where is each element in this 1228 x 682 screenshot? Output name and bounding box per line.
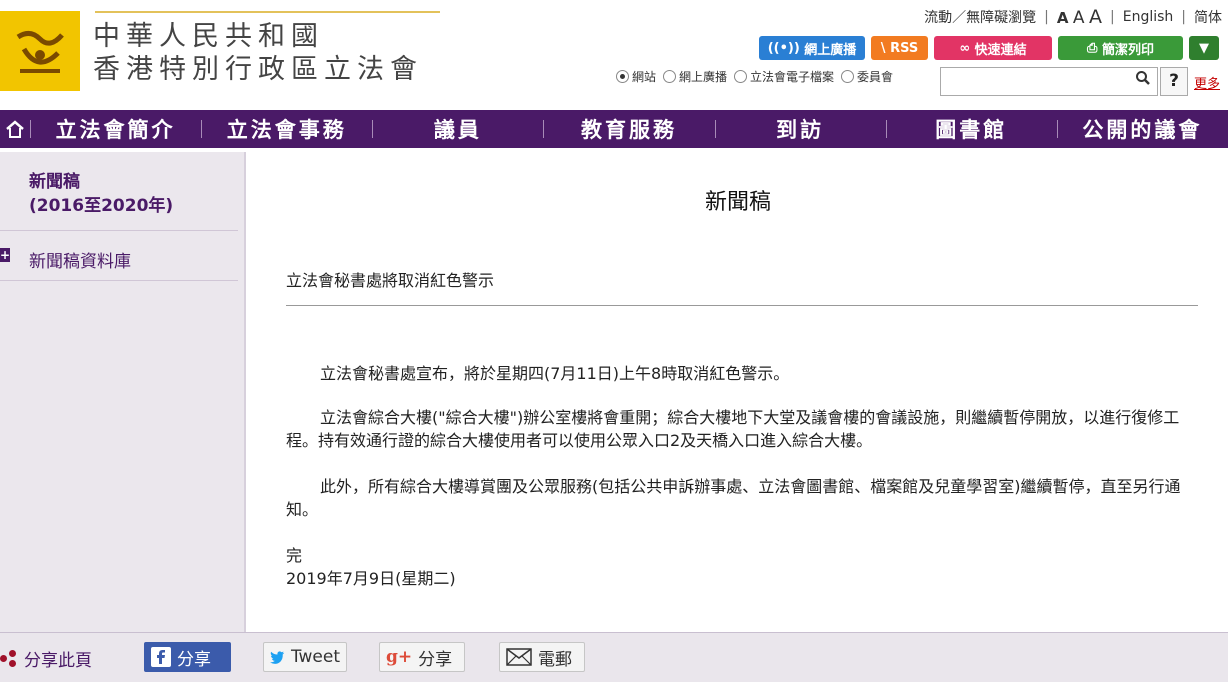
quick-links-label: 快速連結 xyxy=(974,42,1027,58)
sidebar-divider xyxy=(0,230,238,231)
home-button[interactable] xyxy=(0,110,30,148)
facebook-share-button[interactable]: 分享 xyxy=(144,642,231,672)
nav-item-open-legislature[interactable]: 公開的議會 xyxy=(1056,110,1228,148)
end-mark: 完 xyxy=(286,546,303,565)
search-button[interactable] xyxy=(1131,70,1155,92)
quick-links-button[interactable]: ∞ 快速連結 xyxy=(934,36,1052,60)
chevron-down-icon: ▼ xyxy=(1199,40,1209,56)
sidebar-title-year-start: (2016 xyxy=(29,196,85,216)
printer-icon: ⎙ xyxy=(1087,40,1102,56)
share-bar: 分享此頁 分享 Tweet g+ 分享 電郵 xyxy=(0,632,1228,682)
press-paragraph: 立法會綜合大樓("綜合大樓")辦公室樓將會重開；綜合大樓地下大堂及議會樓的會議設… xyxy=(286,408,1180,450)
english-link[interactable]: English xyxy=(1123,9,1174,25)
nav-item-business[interactable]: 立法會事務 xyxy=(201,110,372,148)
sidebar: 新聞稿 (2016至2020年) + 新聞稿資料庫 xyxy=(0,152,246,632)
rss-label: RSS xyxy=(890,40,919,56)
print-button[interactable]: ⎙ 簡潔列印 xyxy=(1058,36,1183,60)
press-paragraph: 立法會秘書處宣布，將於星期四(7月11日)上午8時取消紅色警示。 xyxy=(320,364,790,383)
print-dropdown-button[interactable]: ▼ xyxy=(1189,36,1219,60)
search-scope-options: 網站 網上廣播 立法會電子檔案 委員會 xyxy=(612,68,893,85)
scope-radio-webcast[interactable] xyxy=(663,70,677,83)
home-icon xyxy=(6,120,24,138)
scope-radio-committee[interactable] xyxy=(841,70,855,83)
nav-item-visit[interactable]: 到訪 xyxy=(714,110,886,148)
press-release-end: 完 2019年7月9日(星期二) xyxy=(286,544,456,590)
font-large-button[interactable]: A xyxy=(1089,6,1102,28)
scope-label-webcast: 網上廣播 xyxy=(679,70,728,84)
rss-icon: \ xyxy=(880,40,891,56)
site-title-line1: 中華人民共和國 xyxy=(93,21,324,52)
email-icon xyxy=(506,648,532,666)
scope-label-site: 網站 xyxy=(632,70,657,84)
webcast-button[interactable]: ((•)) 網上廣播 xyxy=(759,36,865,60)
main-content: 新聞稿 立法會秘書處將取消紅色警示 立法會秘書處宣布，將於星期四(7月11日)上… xyxy=(248,152,1228,632)
legco-logo[interactable] xyxy=(0,11,80,91)
facebook-icon xyxy=(151,647,171,667)
separator: | xyxy=(1181,9,1186,25)
nav-item-education[interactable]: 教育服務 xyxy=(543,110,714,148)
header-divider xyxy=(95,11,440,13)
release-date: 2019年7月9日(星期二) xyxy=(286,569,456,588)
googleplus-share-button[interactable]: g+ 分享 xyxy=(379,642,465,672)
search-icon xyxy=(1136,71,1150,85)
rss-button[interactable]: \ RSS xyxy=(871,36,928,60)
page-title: 新聞稿 xyxy=(704,190,771,215)
site-title-line2: 香港特別行政區立法會 xyxy=(93,54,423,85)
scope-label-archive: 立法會電子檔案 xyxy=(750,70,835,84)
sidebar-title-line1: 新聞稿 xyxy=(29,172,80,192)
main-nav: 立法會簡介 立法會事務 議員 教育服務 到訪 圖書館 公開的議會 xyxy=(0,110,1228,148)
simplified-chinese-link[interactable]: 简体 xyxy=(1194,7,1222,27)
nav-item-about[interactable]: 立法會簡介 xyxy=(30,110,201,148)
nav-item-library[interactable]: 圖書館 xyxy=(885,110,1057,148)
accessibility-link[interactable]: 流動／無障礙瀏覽 xyxy=(924,7,1036,27)
top-links: 流動／無障礙瀏覽 | A A A | English | 简体 xyxy=(924,6,1222,28)
email-share-button[interactable]: 電郵 xyxy=(499,642,585,672)
webcast-label: 網上廣播 xyxy=(804,42,857,58)
sidebar-divider xyxy=(0,280,238,281)
nav-item-members[interactable]: 議員 xyxy=(372,110,543,148)
headline-divider xyxy=(286,305,1198,306)
twitter-share-button[interactable]: Tweet xyxy=(263,642,347,672)
scope-radio-site[interactable] xyxy=(616,70,629,83)
scope-label-committee: 委員會 xyxy=(857,70,894,84)
search-input[interactable] xyxy=(940,67,1158,96)
press-paragraph: 此外，所有綜合大樓導賞團及公眾服務(包括公共申訴辦事處、立法會圖書館、檔案館及兒… xyxy=(286,477,1181,519)
press-release-headline: 立法會秘書處將取消紅色警示 xyxy=(286,271,495,290)
twitter-icon xyxy=(270,650,285,664)
font-medium-button[interactable]: A xyxy=(1073,8,1085,28)
googleplus-icon: g+ xyxy=(386,647,413,667)
sidebar-item-press-database[interactable]: 新聞稿資料庫 xyxy=(29,247,131,272)
sidebar-title-to: 至 xyxy=(84,196,102,216)
header-buttons: ((•)) 網上廣播 \ RSS ∞ 快速連結 ⎙ 簡潔列印 ▼ xyxy=(759,36,1219,60)
share-page-text: 分享此頁 xyxy=(24,651,92,671)
font-size-controls: A A A xyxy=(1057,6,1102,28)
expand-icon[interactable]: + xyxy=(0,248,10,262)
facebook-share-label: 分享 xyxy=(177,649,211,670)
separator: | xyxy=(1110,9,1115,25)
sidebar-title-line2: (2016至2020年) xyxy=(29,194,173,218)
site-title[interactable]: 中華人民共和國 香港特別行政區立法會 xyxy=(93,20,423,86)
link-icon: ∞ xyxy=(959,40,975,56)
sidebar-title[interactable]: 新聞稿 (2016至2020年) xyxy=(29,170,173,218)
scope-radio-archive[interactable] xyxy=(734,70,748,83)
email-share-label: 電郵 xyxy=(538,649,572,670)
font-small-button[interactable]: A xyxy=(1057,9,1069,27)
more-link[interactable]: 更多 xyxy=(1194,73,1220,92)
site-header: 中華人民共和國 香港特別行政區立法會 流動／無障礙瀏覽 | A A A | En… xyxy=(0,0,1228,110)
sidebar-title-year-end: 2020年) xyxy=(101,196,174,216)
googleplus-share-label: 分享 xyxy=(418,649,453,670)
webcast-icon: ((•)) xyxy=(767,40,805,56)
legco-logo-icon xyxy=(16,31,64,73)
share-page-label: 分享此頁 xyxy=(0,646,92,671)
twitter-share-label: Tweet xyxy=(290,647,340,667)
separator: | xyxy=(1044,9,1049,25)
print-label: 簡潔列印 xyxy=(1101,42,1154,58)
share-icon xyxy=(0,649,18,668)
search-help-button[interactable]: ? xyxy=(1160,67,1188,96)
